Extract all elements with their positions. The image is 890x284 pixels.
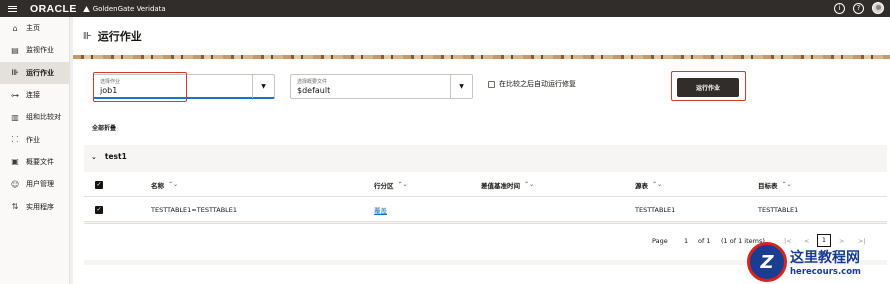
- sidebar-item-label: 作业: [26, 135, 40, 144]
- highlight-box: [93, 72, 187, 102]
- profile-select-value[interactable]: $default: [297, 86, 330, 95]
- sidebar-item-label: 组和比较对: [26, 113, 61, 122]
- sidebar-item-home[interactable]: ⌂ 主页: [0, 17, 69, 39]
- oracle-logo[interactable]: ORACLE: [30, 3, 77, 15]
- watermark-logo: Z: [747, 242, 787, 282]
- sidebar-item-profiles[interactable]: ▣ 概要文件: [0, 151, 69, 173]
- profile-icon: ▣: [11, 157, 19, 167]
- job-icon: ⸬: [11, 135, 19, 145]
- sidebar-item-label: 主页: [26, 24, 40, 33]
- column-header-source[interactable]: 源表 ⌃⌄: [635, 172, 662, 197]
- sidebar-item-connections[interactable]: ⊶ 连接: [0, 84, 69, 106]
- sort-icon[interactable]: ⌃⌄: [398, 181, 408, 188]
- profile-select-label: 选择概要文件: [297, 79, 328, 85]
- column-header-label: 行分区: [374, 181, 394, 190]
- monitor-icon: ▤: [11, 45, 19, 55]
- info-icon[interactable]: i: [834, 2, 845, 14]
- sort-icon[interactable]: ⌃⌄: [524, 181, 534, 188]
- auto-repair-checkbox[interactable]: [488, 80, 495, 88]
- run-job-button[interactable]: 运行作业: [677, 78, 739, 97]
- row-checkbox[interactable]: ✓: [95, 205, 103, 214]
- table-row[interactable]: ✓ TESTTABLE1=TESTTABLE1 覆盖 TESTTABLE1 TE…: [84, 197, 887, 222]
- column-header-label: 目标表: [758, 181, 778, 190]
- home-icon: ⌂: [12, 23, 18, 33]
- cell-name: TESTTABLE1=TESTTABLE1: [151, 205, 238, 214]
- compare-icon: ▥: [11, 112, 19, 122]
- watermark-title: 这里教程网: [790, 250, 860, 266]
- sidebar-item-jobs[interactable]: ⸬ 作业: [0, 128, 69, 150]
- table-header-row: ✓ 名称 ⌃⌄ 行分区 ⌃⌄ 差值基准时间 ⌃⌄ 源表 ⌃⌄ 目标表 ⌃⌄: [84, 172, 887, 197]
- page-title: 运行作业: [97, 30, 142, 43]
- cell-source: TESTTABLE1: [635, 205, 676, 214]
- column-header-partition[interactable]: 行分区 ⌃⌄: [374, 172, 408, 197]
- top-bar: ORACLE GoldenGate Veridata i ?: [0, 0, 890, 17]
- utilities-icon: ⇅: [11, 202, 19, 212]
- sidebar-item-run-job[interactable]: ⊪ 运行作业: [0, 61, 69, 84]
- page-header: ⊪ 运行作业: [73, 17, 890, 55]
- chevron-down-icon[interactable]: ▼: [252, 75, 274, 98]
- sidebar-item-utilities[interactable]: ⇅ 实用程序: [0, 195, 69, 217]
- page-of-label: of 1: [698, 237, 711, 245]
- chevron-down-icon[interactable]: ▼: [450, 75, 472, 98]
- column-header-label: 源表: [635, 181, 648, 190]
- sidebar-item-label: 连接: [26, 91, 40, 100]
- user-avatar[interactable]: [872, 2, 884, 14]
- select-all-checkbox[interactable]: ✓: [95, 180, 103, 189]
- sidebar-item-label: 运行作业: [26, 68, 54, 77]
- select-all-cell[interactable]: ✓: [95, 172, 103, 197]
- page-label: Page: [652, 237, 668, 245]
- sort-icon[interactable]: ⌃⌄: [782, 181, 792, 188]
- product-label: GoldenGate Veridata: [92, 4, 166, 13]
- column-header-target[interactable]: 目标表 ⌃⌄: [758, 172, 792, 197]
- cell-partition-link[interactable]: 覆盖: [374, 197, 387, 222]
- auto-repair-option[interactable]: 在比较之后自动运行修复: [488, 79, 576, 89]
- column-header-label: 差值基准时间: [481, 181, 520, 190]
- product-name: GoldenGate Veridata: [82, 4, 166, 13]
- profile-select[interactable]: 选择概要文件 $default ▼: [290, 74, 473, 99]
- run-icon: ⊪: [83, 30, 92, 42]
- column-header-label: 名称: [151, 181, 164, 190]
- compare-pair-table: ✓ 名称 ⌃⌄ 行分区 ⌃⌄ 差值基准时间 ⌃⌄ 源表 ⌃⌄ 目标表 ⌃⌄ ✓ …: [84, 172, 887, 222]
- sidebar-item-label: 监视作业: [26, 46, 54, 55]
- sidebar-item-label: 概要文件: [26, 157, 54, 166]
- connection-icon: ⊶: [11, 90, 19, 100]
- site-watermark: Z 这里教程网 herecours.com: [747, 240, 890, 284]
- sidebar-item-label: 实用程序: [26, 202, 54, 211]
- goldengate-icon: [82, 5, 90, 12]
- chevron-down-icon[interactable]: ⌄: [91, 153, 97, 161]
- users-icon: ☺: [10, 179, 20, 189]
- sidebar: ⌂ 主页 ▤ 监视作业 ⊪ 运行作业 ⊶ 连接 ▥ 组和比较对 ⸬ 作业 ▣ 概…: [0, 17, 70, 284]
- sort-icon[interactable]: ⌃⌄: [652, 181, 662, 188]
- auto-repair-label: 在比较之后自动运行修复: [499, 80, 576, 88]
- page-input[interactable]: 1: [684, 237, 688, 245]
- cell-target: TESTTABLE1: [758, 205, 799, 214]
- decorative-banner: [73, 55, 890, 59]
- group-name: test1: [104, 152, 127, 161]
- run-icon: ⊪: [11, 68, 19, 78]
- column-header-name[interactable]: 名称 ⌃⌄: [151, 172, 178, 197]
- sidebar-item-monitor-jobs[interactable]: ▤ 监视作业: [0, 39, 69, 61]
- sidebar-item-compare-pairs[interactable]: ▥ 组和比较对: [0, 106, 69, 128]
- watermark-url: herecours.com: [790, 267, 861, 277]
- menu-icon[interactable]: [8, 5, 17, 12]
- collapse-all-link[interactable]: 全部折叠: [92, 123, 116, 132]
- group-header[interactable]: ⌄ test1: [84, 145, 887, 168]
- sidebar-item-label: 用户管理: [26, 180, 54, 189]
- run-job-form: 选择作业 job1 ▼ 选择概要文件 $default ▼ 在比较之后自动运行修…: [73, 71, 890, 104]
- column-header-delta-time[interactable]: 差值基准时间 ⌃⌄: [481, 172, 534, 197]
- sort-icon[interactable]: ⌃⌄: [168, 181, 178, 188]
- help-icon[interactable]: ?: [853, 2, 864, 14]
- row-select-cell[interactable]: ✓: [95, 197, 103, 222]
- sidebar-item-user-management[interactable]: ☺ 用户管理: [0, 173, 69, 195]
